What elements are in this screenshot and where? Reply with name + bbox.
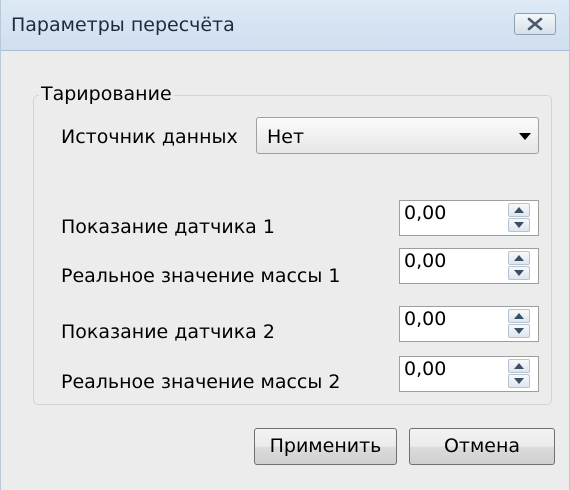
real-mass-1-input[interactable]: 0,00 bbox=[399, 248, 539, 284]
sensor-reading-1-input[interactable]: 0,00 bbox=[399, 200, 539, 236]
arrow-down-icon bbox=[514, 328, 524, 334]
arrow-down-icon bbox=[514, 270, 524, 276]
arrow-up-icon bbox=[514, 207, 524, 213]
window-title: Параметры пересчёта bbox=[11, 14, 235, 36]
data-source-select[interactable]: Нет bbox=[256, 117, 539, 154]
data-source-label: Источник данных bbox=[61, 126, 238, 148]
chevron-down-icon bbox=[519, 133, 531, 140]
arrow-up-icon bbox=[514, 363, 524, 369]
spin-up-button[interactable] bbox=[508, 359, 530, 373]
sensor-reading-2-spinner bbox=[508, 309, 532, 339]
real-mass-2-value: 0,00 bbox=[404, 358, 447, 380]
sensor-reading-1-label: Показание датчика 1 bbox=[61, 216, 275, 238]
sensor-reading-2-label: Показание датчика 2 bbox=[61, 321, 275, 343]
data-source-value: Нет bbox=[267, 126, 305, 148]
sensor-reading-2-input[interactable]: 0,00 bbox=[399, 306, 539, 342]
real-mass-1-label: Реальное значение массы 1 bbox=[61, 265, 341, 287]
real-mass-2-label: Реальное значение массы 2 bbox=[61, 371, 341, 393]
calibration-group-title: Тарирование bbox=[39, 83, 174, 105]
spin-down-button[interactable] bbox=[508, 266, 530, 280]
title-bar[interactable]: Параметры пересчёта bbox=[1, 0, 569, 51]
sensor-reading-2-value: 0,00 bbox=[404, 308, 447, 330]
spin-up-button[interactable] bbox=[508, 251, 530, 265]
real-mass-1-spinner bbox=[508, 251, 532, 281]
spin-down-button[interactable] bbox=[508, 374, 530, 388]
sensor-reading-1-spinner bbox=[508, 203, 532, 233]
dialog-window: Параметры пересчёта Тарирование Источник… bbox=[0, 0, 570, 490]
apply-button[interactable]: Применить bbox=[254, 428, 397, 465]
spin-up-button[interactable] bbox=[508, 309, 530, 323]
spin-up-button[interactable] bbox=[508, 203, 530, 217]
cancel-button[interactable]: Отмена bbox=[409, 428, 555, 465]
sensor-reading-1-value: 0,00 bbox=[404, 202, 447, 224]
arrow-down-icon bbox=[514, 378, 524, 384]
close-icon bbox=[527, 17, 543, 31]
spin-down-button[interactable] bbox=[508, 324, 530, 338]
real-mass-2-spinner bbox=[508, 359, 532, 389]
arrow-up-icon bbox=[514, 255, 524, 261]
arrow-down-icon bbox=[514, 222, 524, 228]
arrow-up-icon bbox=[514, 313, 524, 319]
dialog-body: Тарирование Источник данных Нет Показани… bbox=[1, 51, 569, 490]
close-button[interactable] bbox=[514, 13, 556, 35]
spin-down-button[interactable] bbox=[508, 218, 530, 232]
real-mass-1-value: 0,00 bbox=[404, 250, 447, 272]
real-mass-2-input[interactable]: 0,00 bbox=[399, 356, 539, 392]
